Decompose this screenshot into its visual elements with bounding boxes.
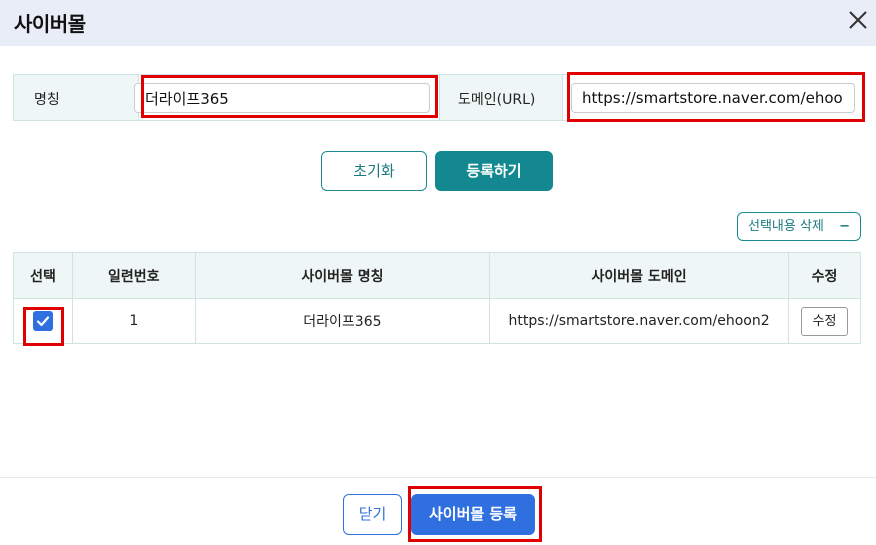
name-cell-value: 더라이프365	[194, 298, 491, 344]
table-row: 1 더라이프365 https://smartstore.naver.com/e…	[13, 298, 861, 344]
delete-selected-button[interactable]: 선택내용 삭제 −	[737, 212, 861, 241]
col-serial: 일련번호	[71, 252, 196, 299]
name-input[interactable]	[134, 83, 430, 113]
dialog-header: 사이버몰	[0, 0, 876, 46]
minus-icon: −	[839, 219, 850, 234]
row-checkbox[interactable]	[32, 311, 53, 331]
save-mall-button[interactable]: 사이버몰 등록	[411, 494, 535, 535]
edit-cell: 수정	[788, 298, 861, 344]
reset-button[interactable]: 초기화	[321, 151, 427, 191]
domain-cell-value: https://smartstore.naver.com/ehoon2	[489, 298, 790, 344]
domain-label: 도메인(URL)	[458, 92, 536, 108]
footer-divider	[0, 477, 876, 478]
close-button[interactable]: 닫기	[343, 494, 402, 535]
col-domain: 사이버몰 도메인	[489, 252, 790, 299]
close-icon[interactable]	[846, 8, 870, 32]
col-name: 사이버몰 명칭	[194, 252, 491, 299]
mall-table: 선택 일련번호 사이버몰 명칭 사이버몰 도메인 수정 1 더라이프365 ht…	[13, 252, 861, 344]
col-select: 선택	[13, 252, 73, 299]
domain-input[interactable]	[571, 83, 855, 113]
select-cell	[13, 298, 73, 344]
register-button[interactable]: 등록하기	[435, 151, 553, 191]
dialog-title: 사이버몰	[14, 12, 86, 36]
table-header-row: 선택 일련번호 사이버몰 명칭 사이버몰 도메인 수정	[13, 252, 861, 299]
col-edit: 수정	[788, 252, 861, 299]
delete-selected-label: 선택내용 삭제	[748, 219, 824, 234]
edit-button[interactable]: 수정	[801, 306, 849, 336]
serial-cell: 1	[71, 298, 196, 344]
name-label: 명칭	[34, 92, 60, 108]
check-icon	[36, 316, 50, 327]
